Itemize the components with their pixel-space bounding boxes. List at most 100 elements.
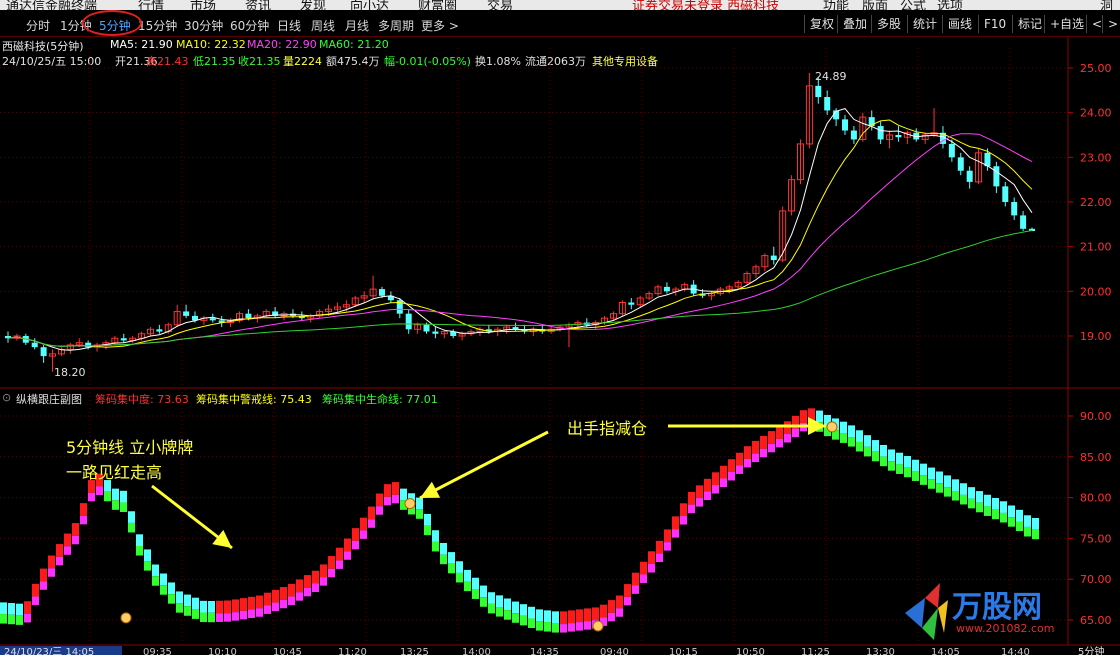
period-30min[interactable]: 30分钟	[184, 17, 223, 34]
concentration-bar	[400, 488, 407, 501]
watermark-url: www.201082.com	[956, 622, 1055, 635]
mark-button[interactable]: 标记	[1012, 15, 1047, 33]
concentration-bar	[744, 458, 751, 468]
concentration-bar	[528, 618, 535, 628]
concentration-bar	[896, 452, 903, 465]
period-60min[interactable]: 60分钟	[230, 17, 269, 34]
concentration-bar	[8, 603, 15, 615]
concentration-bar	[376, 493, 383, 507]
menu-item-more[interactable]: 洞	[1100, 0, 1113, 10]
menu-item-assistant[interactable]: 向小达	[350, 0, 389, 10]
concentration-bar	[296, 592, 303, 601]
concentration-bar	[112, 500, 119, 510]
concentration-bar	[80, 515, 87, 525]
concentration-bar	[928, 467, 935, 480]
concentration-bar	[648, 564, 655, 573]
active-period-highlight	[82, 10, 142, 36]
concentration-bar	[1024, 526, 1031, 537]
concentration-bar	[504, 598, 511, 611]
concentration-bar	[888, 449, 895, 462]
concentration-bar	[736, 465, 743, 474]
concentration-bar	[584, 621, 591, 630]
menu-item-layout[interactable]: 版面	[862, 0, 888, 10]
login-notice: 证券交易未登录 西磁科技	[632, 0, 780, 10]
chart-area[interactable]: 25.00 24.00 23.00 22.00 21.00 20.00 19.00 90.0…	[0, 37, 1120, 655]
menu-item-news[interactable]: 资讯	[245, 0, 271, 10]
concentration-bar	[976, 502, 983, 513]
menu-item-trade[interactable]: 交易	[487, 0, 513, 10]
concentration-bar	[912, 459, 919, 472]
period-more[interactable]: 更多 >	[421, 17, 459, 34]
concentration-bar	[664, 542, 671, 551]
period-multi[interactable]: 多周期	[378, 17, 414, 34]
period-15min[interactable]: 15分钟	[138, 17, 177, 34]
overlay-button[interactable]: 叠加	[837, 15, 872, 33]
concentration-bar	[472, 577, 479, 590]
concentration-bar	[168, 582, 175, 595]
candle-body	[432, 331, 439, 334]
concentration-bar	[72, 535, 79, 545]
menu-item-market2[interactable]: 市场	[190, 0, 216, 10]
app-title: 通达信金融终端	[6, 0, 98, 10]
menu-item-options[interactable]: 选项	[937, 0, 963, 10]
moving-average-lines	[7, 108, 1033, 351]
period-day[interactable]: 日线	[277, 17, 301, 34]
concentration-bar	[992, 509, 999, 520]
concentration-bar	[40, 581, 47, 590]
time-tick-label: 10:10	[208, 647, 237, 655]
concentration-bar	[848, 437, 855, 447]
concentration-bar	[72, 523, 79, 536]
sub-tick-label: 80.00	[1080, 492, 1112, 505]
candle-body	[663, 286, 670, 292]
concentration-bar	[320, 564, 327, 578]
concentration-bar	[304, 587, 311, 597]
multi-stock-button[interactable]: 多股	[871, 15, 906, 33]
next-arrow-button[interactable]: >	[1102, 15, 1120, 33]
statistics-button[interactable]: 统计	[907, 15, 942, 33]
period-week[interactable]: 周线	[311, 17, 335, 34]
price-tick-label: 21.00	[1080, 241, 1112, 254]
period-intraday[interactable]: 分时	[26, 17, 50, 34]
menu-item-function[interactable]: 功能	[823, 0, 849, 10]
concentration-bar	[312, 583, 319, 592]
draw-line-button[interactable]: 画线	[942, 15, 977, 33]
concentration-bar	[696, 485, 703, 499]
menu-item-formula[interactable]: 公式	[900, 0, 926, 10]
concentration-bar	[856, 441, 863, 452]
concentration-bar	[80, 503, 87, 516]
concentration-bar	[64, 546, 71, 555]
concentration-bar	[568, 610, 575, 624]
concentration-bar	[64, 533, 71, 547]
menu-item-market[interactable]: 行情	[138, 0, 164, 10]
concentration-bar	[120, 490, 127, 503]
menu-item-discover[interactable]: 发现	[300, 0, 326, 10]
price-tick-label: 23.00	[1080, 151, 1112, 164]
concentration-bar	[464, 569, 471, 582]
restore-rights-button[interactable]: 复权	[804, 15, 839, 33]
concentration-bar	[704, 491, 711, 501]
period-month[interactable]: 月线	[345, 17, 369, 34]
concentration-bar	[144, 549, 151, 562]
concentration-bar	[880, 456, 887, 467]
concentration-bar	[632, 572, 639, 586]
concentration-bar	[616, 608, 623, 617]
candle-body	[966, 170, 973, 182]
concentration-bar	[216, 613, 223, 622]
concentration-bar	[1000, 512, 1007, 523]
f10-button[interactable]: F10	[978, 15, 1011, 33]
concentration-bar	[1008, 517, 1015, 527]
time-tick-label: 11:25	[801, 647, 830, 655]
concentration-bar	[952, 479, 959, 491]
time-tick-label: 13:25	[400, 647, 429, 655]
concentration-bar	[544, 622, 551, 632]
candle-body	[957, 157, 964, 171]
concentration-bar	[464, 581, 471, 592]
add-watchlist-button[interactable]: +自选	[1044, 15, 1089, 33]
concentration-bar	[656, 540, 663, 554]
concentration-bar	[304, 575, 311, 588]
concentration-bar	[176, 591, 183, 604]
concentration-bar	[664, 529, 671, 543]
concentration-bar	[96, 486, 103, 495]
concentration-bar	[616, 595, 623, 609]
menu-item-wealth[interactable]: 财富圈	[418, 0, 457, 10]
